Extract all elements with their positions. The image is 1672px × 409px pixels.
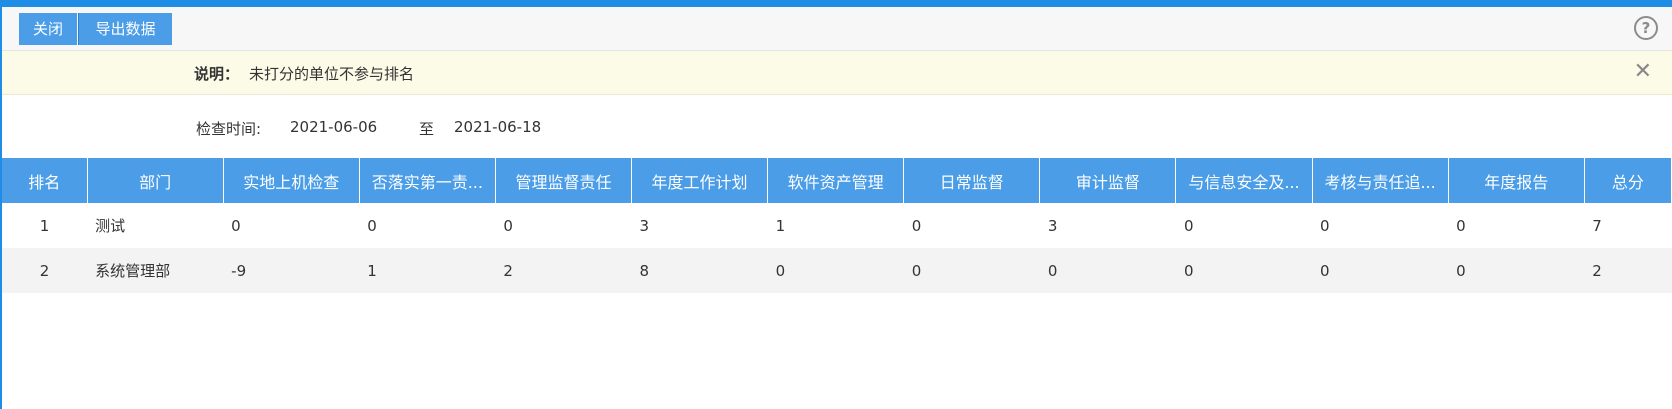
table-cell: 0 [1448,248,1585,293]
column-header[interactable]: 部门 [87,158,224,203]
table-cell: 0 [231,216,241,235]
table-header-row: 排名 部门 实地上机检查 否落实第一责... 管理监督责任 年度工作计划 软件资… [2,158,1672,203]
table-cell: 0 [503,216,513,235]
date-label: 检查时间: [196,120,262,138]
column-header[interactable]: 排名 [2,158,88,203]
notice-bar: 说明： 未打分的单位不参与排名 ✕ [2,51,1672,95]
table-cell: 0 [1175,248,1313,293]
column-header[interactable]: 审计监督 [1039,158,1177,203]
table-cell: -9 [223,248,360,293]
table-cell: 0 [1320,216,1330,235]
table-row[interactable]: 2 系统管理部 -9 1 2 8 0 0 0 0 0 0 2 [2,248,1672,293]
column-header[interactable]: 实地上机检查 [223,158,360,203]
table-row[interactable]: 1 测试 0 0 0 3 1 0 3 0 0 0 7 [2,203,1672,248]
table-cell: 0 [911,216,922,235]
table-cell: 3 [1047,216,1058,235]
close-button[interactable]: 关闭 [19,13,77,45]
table-cell: 1 [775,216,786,235]
column-header[interactable]: 否落实第一责... [359,158,496,203]
column-header[interactable]: 软件资产管理 [767,158,905,203]
table-cell: 0 [1312,248,1449,293]
date-to: 2021-06-18 [454,118,542,136]
rank-cell: 1 [39,216,50,235]
table-cell: 系统管理部 [87,248,224,293]
export-data-button[interactable]: 导出数据 [78,13,172,45]
table-cell: 0 [767,248,904,293]
table-cell: 8 [631,248,768,293]
notice-text: 未打分的单位不参与排名 [249,65,415,83]
rank-cell: 2 [2,248,88,293]
table-cell: 2 [495,248,632,293]
column-header[interactable]: 日常监督 [903,158,1041,203]
question-circle-icon[interactable]: ? [1634,16,1658,40]
column-header[interactable]: 管理监督责任 [495,158,633,203]
column-header[interactable]: 总分 [1584,158,1672,203]
top-accent-bar [0,0,1672,7]
column-header[interactable]: 与信息安全及... [1175,158,1313,203]
column-header[interactable]: 年度工作计划 [631,158,769,203]
table-cell: 2 [1584,248,1672,293]
report-window: 关闭 导出数据 ? 说明： 未打分的单位不参与排名 ✕ 检查时间: 2021-0… [0,0,1672,409]
table-cell: 7 [1592,216,1602,235]
toolbar: 关闭 导出数据 ? [2,7,1672,51]
table-cell: 3 [639,216,650,235]
table-cell: 1 [359,248,496,293]
table-cell: 0 [1039,248,1176,293]
table-cell: 0 [903,248,1040,293]
table-cell: 0 [1456,216,1466,235]
ranking-table: 排名 部门 实地上机检查 否落实第一责... 管理监督责任 年度工作计划 软件资… [2,158,1672,293]
table-cell: 测试 [95,217,126,235]
table-cell: 0 [1183,216,1194,235]
notice-label: 说明： [194,65,240,83]
table-cell: 0 [367,216,377,235]
close-icon[interactable]: ✕ [1634,59,1652,84]
column-header[interactable]: 考核与责任追... [1312,158,1449,203]
date-to-label: 至 [419,120,435,138]
date-from: 2021-06-06 [290,118,378,136]
column-header[interactable]: 年度报告 [1448,158,1585,203]
